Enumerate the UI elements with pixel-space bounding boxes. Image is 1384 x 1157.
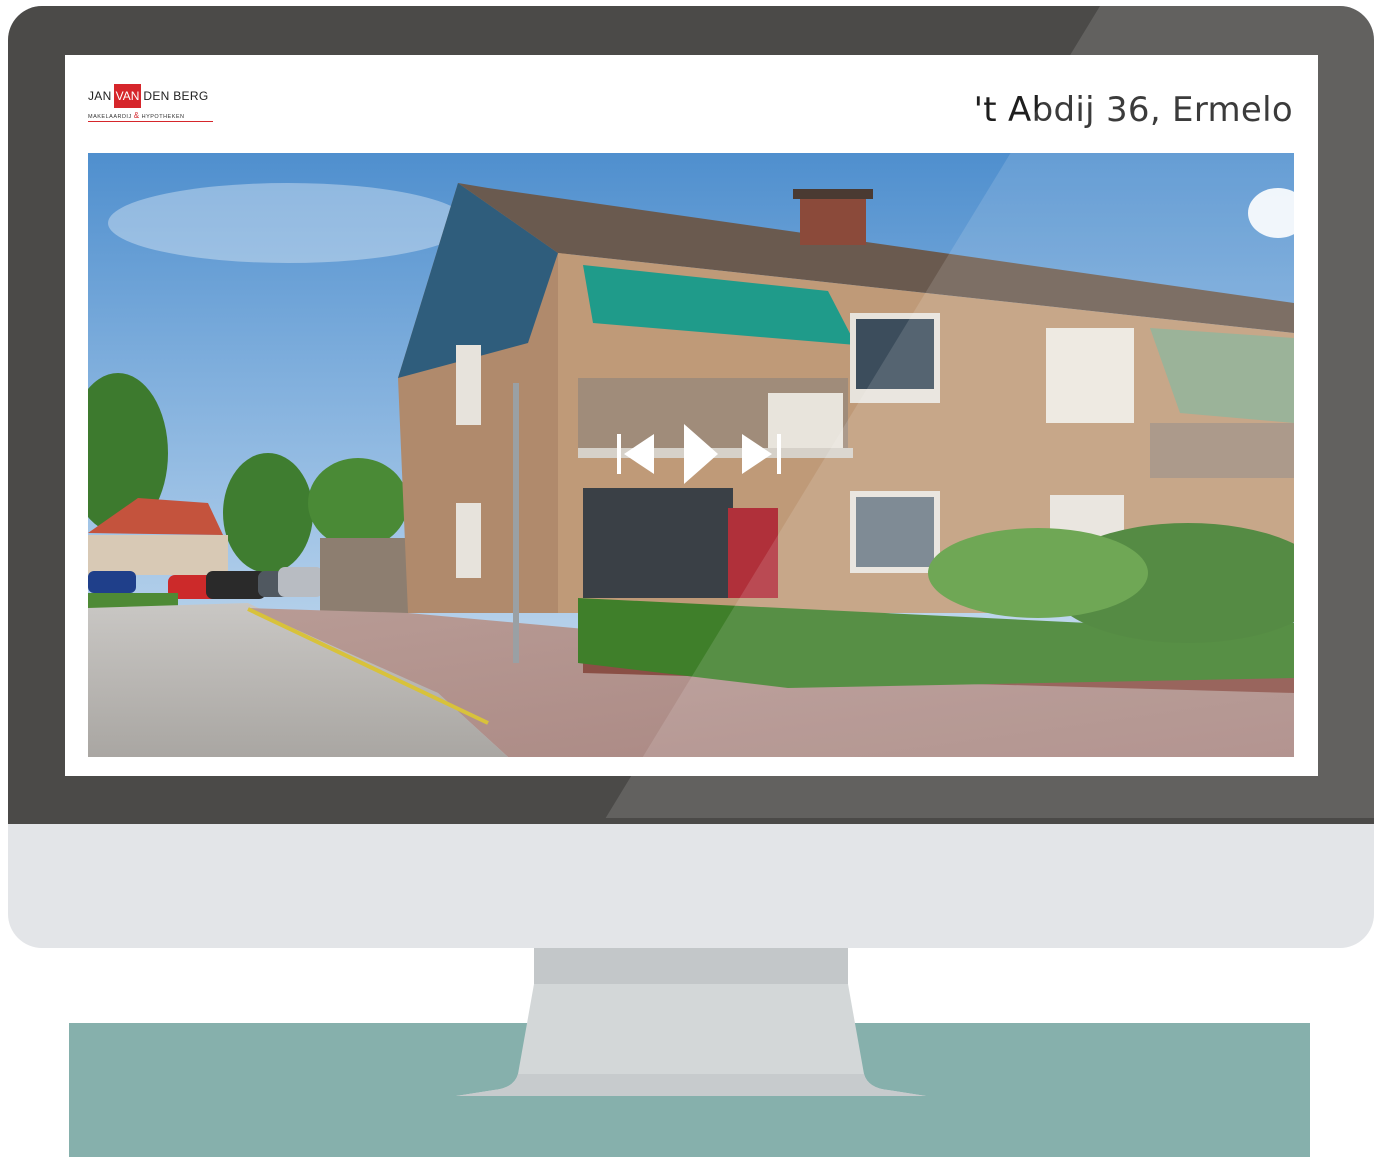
monitor-stand-neck: [534, 948, 848, 984]
next-icon[interactable]: [742, 434, 784, 474]
slideshow-controls: [614, 424, 786, 484]
previous-icon[interactable]: [614, 434, 656, 474]
logo-word-van: VAN: [113, 84, 142, 108]
logo-word-jan: JAN: [88, 89, 112, 103]
logo-word-den-berg: DEN BERG: [143, 89, 209, 103]
monitor-stand: [456, 984, 926, 1096]
logo-tagline-right: HYPOTHEKEN: [141, 114, 185, 120]
logo-tagline: MAKELAARDIJ & HYPOTHEKEN: [88, 111, 213, 122]
logo-tagline-amp: &: [133, 111, 140, 120]
play-icon[interactable]: [682, 424, 718, 484]
listing-address: 't Abdij 36, Ermelo: [973, 90, 1293, 130]
logo-tagline-left: MAKELAARDIJ: [88, 114, 132, 120]
brand-logo[interactable]: JAN VAN DEN BERG MAKELAARDIJ & HYPOTHEKE…: [88, 84, 218, 128]
